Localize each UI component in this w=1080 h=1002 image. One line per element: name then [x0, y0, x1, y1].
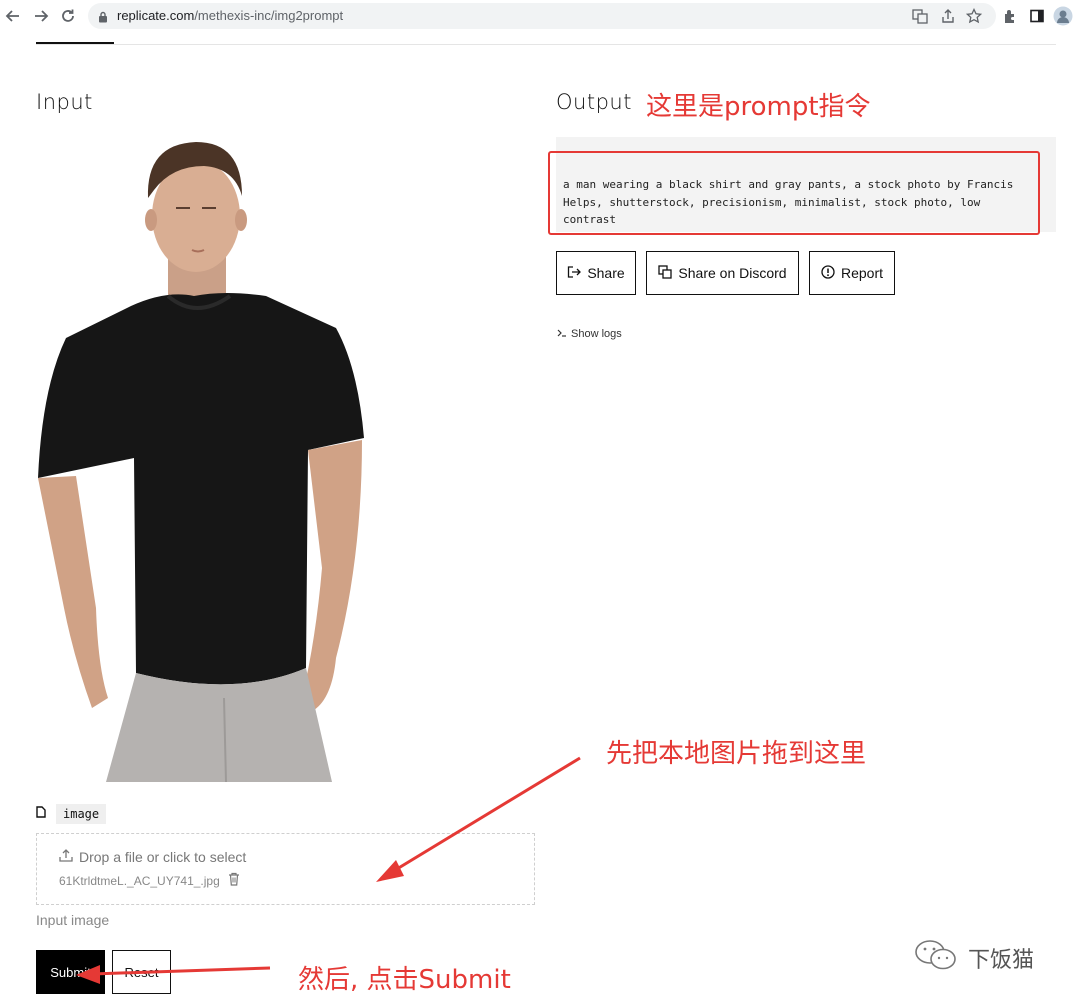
forward-icon[interactable] [30, 5, 52, 27]
selected-file: 61KtrldtmeL._AC_UY741_.jpg [59, 872, 240, 889]
share-label: Share [587, 265, 625, 281]
bookmark-star-icon[interactable] [964, 6, 984, 26]
drop-hint: Drop a file or click to select [59, 848, 246, 865]
side-panel-icon[interactable] [1027, 6, 1047, 26]
show-logs-label: Show logs [571, 328, 622, 340]
arrow-to-submit [76, 965, 271, 984]
drop-hint-text: Drop a file or click to select [79, 848, 247, 865]
url-text: replicate.com/methexis-inc/img2prompt [117, 8, 344, 23]
output-heading: Output [556, 90, 632, 114]
share-icon [567, 265, 582, 282]
show-logs-toggle[interactable]: Show logs [557, 328, 622, 340]
browser-toolbar: replicate.com/methexis-inc/img2prompt [0, 0, 1080, 32]
reload-icon[interactable] [57, 5, 79, 27]
back-icon[interactable] [2, 5, 24, 27]
share-button[interactable]: Share [556, 251, 636, 295]
share-discord-label: Share on Discord [678, 265, 787, 281]
submit-annotation: 然后, 点击Submit [298, 965, 511, 995]
terminal-icon [557, 328, 567, 340]
input-image-preview [36, 138, 366, 783]
report-label: Report [840, 265, 884, 281]
drag-annotation: 先把本地图片拖到这里 [606, 739, 867, 769]
prompt-annotation: 这里是prompt指令 [646, 92, 871, 122]
lock-icon [98, 10, 108, 28]
share-page-icon[interactable] [938, 6, 958, 26]
share-discord-button[interactable]: Share on Discord [646, 251, 799, 295]
file-icon [36, 805, 46, 823]
prompt-highlight-box [548, 151, 1040, 235]
file-name: 61KtrldtmeL._AC_UY741_.jpg [59, 873, 220, 888]
page-divider [36, 44, 1056, 45]
address-bar[interactable]: replicate.com/methexis-inc/img2prompt [88, 3, 996, 29]
alert-circle-icon [821, 264, 835, 282]
input-heading: Input [36, 90, 93, 114]
input-help-text: Input image [36, 912, 110, 928]
extensions-icon[interactable] [1000, 6, 1020, 26]
submit-button[interactable]: Submit [36, 950, 105, 994]
wechat-icon [914, 938, 958, 978]
trash-icon[interactable] [228, 872, 240, 889]
report-button[interactable]: Report [809, 251, 895, 295]
upload-icon [59, 848, 73, 865]
translate-icon[interactable] [910, 6, 930, 26]
watermark-text: 下饭猫 [968, 948, 1035, 973]
watermark: 下饭猫 [914, 938, 1034, 978]
param-name-tag: image [56, 804, 107, 824]
image-param-label: image [36, 803, 107, 825]
copy-icon [658, 264, 673, 282]
reset-button[interactable]: Reset [112, 950, 171, 994]
image-dropzone[interactable]: Drop a file or click to select 61Ktrldtm… [36, 833, 535, 905]
profile-avatar-icon[interactable] [1053, 6, 1073, 26]
